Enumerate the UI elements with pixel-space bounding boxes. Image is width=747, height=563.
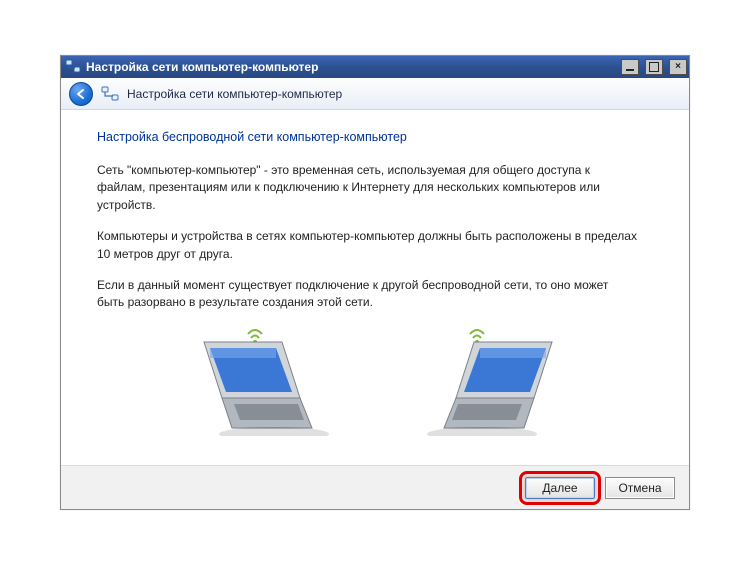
- network-icon: [65, 59, 81, 75]
- content-area: Настройка беспроводной сети компьютер-ко…: [61, 110, 689, 465]
- intro-paragraph-1: Сеть "компьютер-компьютер" - это временн…: [97, 162, 637, 214]
- next-button[interactable]: Далее: [525, 477, 595, 499]
- close-button[interactable]: ×: [669, 59, 687, 75]
- maximize-button[interactable]: [645, 59, 663, 75]
- network-small-icon: [101, 85, 119, 103]
- laptop-left-icon: [180, 326, 330, 436]
- arrow-left-icon: [75, 88, 87, 100]
- titlebar[interactable]: Настройка сети компьютер-компьютер ×: [61, 56, 689, 78]
- intro-paragraph-2: Компьютеры и устройства в сетях компьюте…: [97, 228, 637, 263]
- back-button[interactable]: [69, 82, 93, 106]
- intro-paragraph-3: Если в данный момент существует подключе…: [97, 277, 637, 312]
- wizard-header: Настройка сети компьютер-компьютер: [61, 78, 689, 110]
- wizard-window: Настройка сети компьютер-компьютер × Нас…: [60, 55, 690, 510]
- page-title: Настройка беспроводной сети компьютер-ко…: [97, 130, 653, 144]
- window-title: Настройка сети компьютер-компьютер: [86, 60, 615, 74]
- minimize-button[interactable]: [621, 59, 639, 75]
- button-bar: Далее Отмена: [61, 465, 689, 509]
- laptop-right-icon: [420, 326, 570, 436]
- cancel-button[interactable]: Отмена: [605, 477, 675, 499]
- illustration: [97, 326, 653, 436]
- breadcrumb: Настройка сети компьютер-компьютер: [127, 87, 342, 101]
